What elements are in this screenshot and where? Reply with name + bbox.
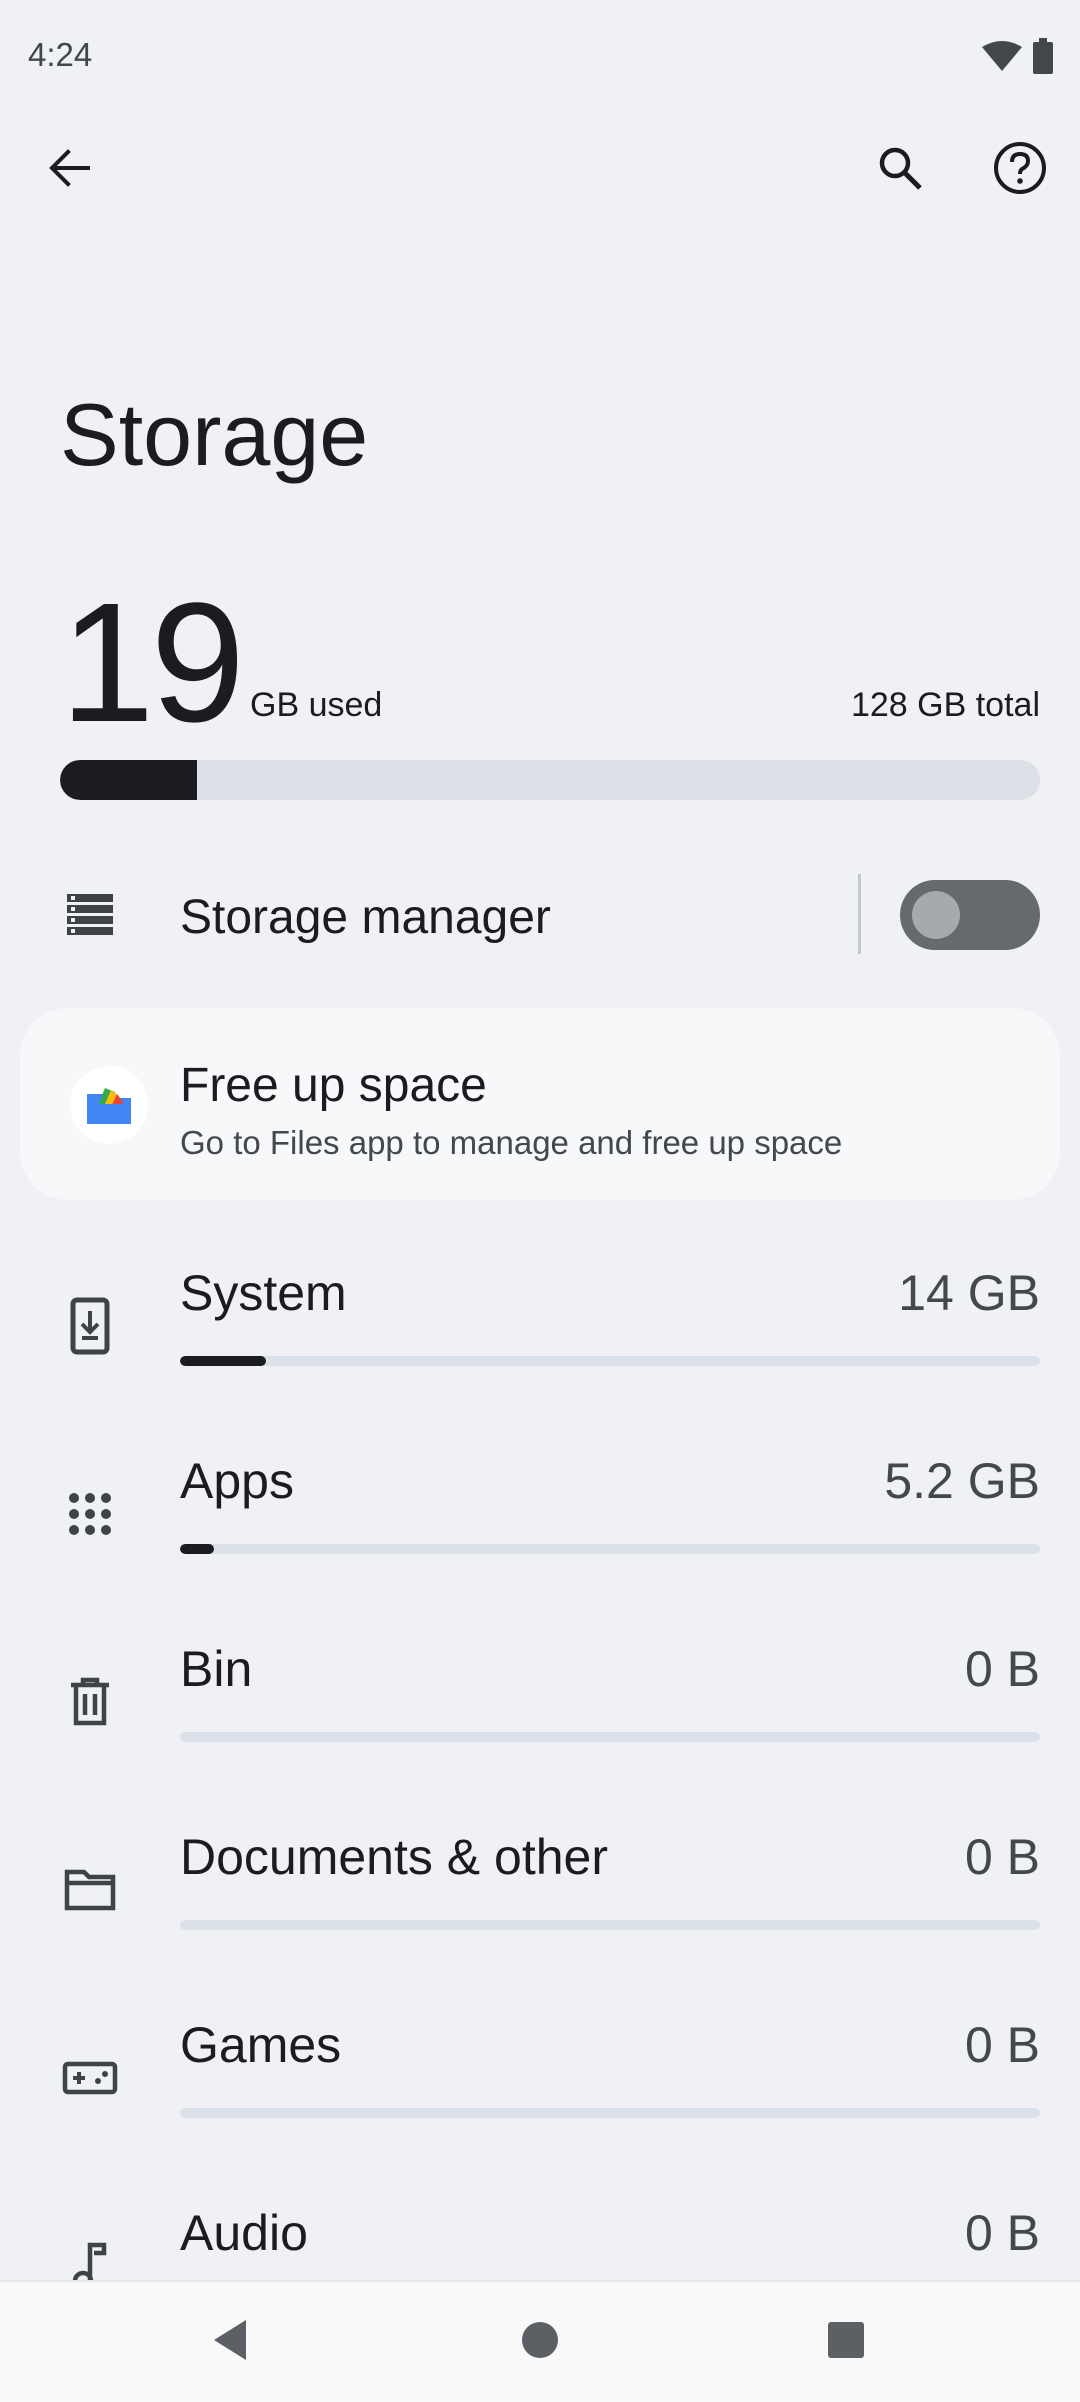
total-storage-label: 128 GB total xyxy=(850,686,1040,724)
storage-manager-icon xyxy=(58,882,122,946)
storage-manager-row[interactable]: Storage manager xyxy=(0,860,1080,970)
toolbar xyxy=(0,110,1080,230)
storage-usage-bar-fill xyxy=(60,760,198,800)
free-up-space-subtitle: Go to Files app to manage and free up sp… xyxy=(180,1124,843,1161)
nav-recents-icon xyxy=(827,2321,865,2364)
category-usage-bar xyxy=(180,2108,1040,2118)
wifi-icon xyxy=(982,41,1022,76)
category-row-system[interactable]: System 14 GB xyxy=(0,1264,1080,1434)
page-title: Storage xyxy=(60,385,369,484)
category-label: System xyxy=(180,1265,347,1321)
category-usage-bar-fill xyxy=(180,1544,215,1554)
category-row-games[interactable]: Games 0 B xyxy=(0,2016,1080,2186)
category-usage-bar-fill xyxy=(180,1356,266,1366)
category-label: Documents & other xyxy=(180,1829,608,1885)
category-row-apps[interactable]: Apps 5.2 GB xyxy=(0,1452,1080,1622)
used-storage-unit: GB used xyxy=(250,686,383,724)
category-row-documents[interactable]: Documents & other 0 B xyxy=(0,1828,1080,1998)
nav-home-icon xyxy=(520,2320,560,2365)
category-label: Audio xyxy=(180,2205,308,2261)
category-size: 14 GB xyxy=(898,1265,1040,1321)
storage-manager-divider xyxy=(858,874,861,954)
folder-icon xyxy=(58,1858,122,1922)
files-app-icon xyxy=(70,1066,148,1144)
system-navigation-bar xyxy=(0,2280,1080,2402)
search-icon xyxy=(876,144,924,197)
trash-icon xyxy=(58,1670,122,1734)
category-label: Bin xyxy=(180,1641,253,1697)
search-button[interactable] xyxy=(852,122,948,218)
apps-grid-icon xyxy=(58,1482,122,1546)
category-row-bin[interactable]: Bin 0 B xyxy=(0,1640,1080,1810)
battery-icon xyxy=(1032,38,1054,79)
free-up-space-title: Free up space xyxy=(180,1059,487,1112)
used-storage-value: 19 xyxy=(60,568,245,758)
storage-manager-label: Storage manager xyxy=(180,891,551,944)
nav-back-icon xyxy=(210,2318,250,2367)
category-size: 5.2 GB xyxy=(884,1453,1040,1509)
category-usage-bar xyxy=(180,1732,1040,1742)
back-arrow-icon xyxy=(48,146,92,195)
nav-recents-button[interactable] xyxy=(806,2302,886,2382)
category-size: 0 B xyxy=(964,2017,1040,2073)
category-size: 0 B xyxy=(964,1641,1040,1697)
nav-home-button[interactable] xyxy=(500,2302,580,2382)
free-up-space-card[interactable]: Free up space Go to Files app to manage … xyxy=(20,1008,1060,1200)
category-usage-bar xyxy=(180,1544,1040,1554)
storage-manager-toggle[interactable] xyxy=(900,880,1040,950)
category-label: Apps xyxy=(180,1453,294,1509)
nav-back-button[interactable] xyxy=(190,2302,270,2382)
category-size: 0 B xyxy=(964,1829,1040,1885)
category-size: 0 B xyxy=(964,2205,1040,2261)
category-usage-bar xyxy=(180,1356,1040,1366)
back-button[interactable] xyxy=(22,122,118,218)
storage-usage-bar xyxy=(60,760,1040,800)
status-time: 4:24 xyxy=(28,36,93,73)
help-button[interactable] xyxy=(972,122,1068,218)
help-icon xyxy=(993,141,1047,200)
system-update-icon xyxy=(58,1294,122,1358)
status-icons xyxy=(982,38,1054,79)
status-bar: 4:24 xyxy=(0,0,1080,110)
category-usage-bar xyxy=(180,1920,1040,1930)
toggle-knob xyxy=(912,891,960,939)
gamepad-icon xyxy=(58,2046,122,2110)
category-label: Games xyxy=(180,2017,342,2073)
